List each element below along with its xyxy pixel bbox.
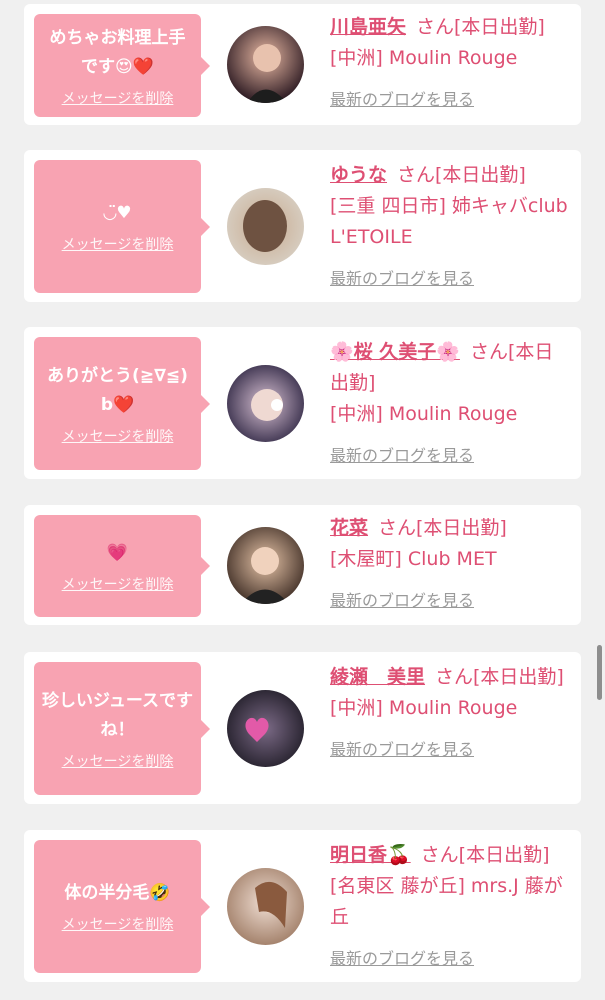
latest-blog-link[interactable]: 最新のブログを見る [330, 265, 474, 289]
delete-message-link[interactable]: メッセージを削除 [62, 88, 174, 108]
latest-blog-link[interactable]: 最新のブログを見る [330, 587, 474, 611]
avatar[interactable] [227, 26, 304, 103]
latest-blog-link[interactable]: 最新のブログを見る [330, 736, 474, 760]
attendance-status: さん[本日出勤] [397, 164, 526, 186]
message-bubble: ありがとう(≧∇≦)b❤️ メッセージを削除 [34, 337, 210, 470]
attendance-status: さん[本日出勤] [420, 844, 550, 866]
cast-name-link[interactable]: ゆうな [330, 164, 387, 186]
avatar[interactable] [227, 188, 304, 265]
message-bubble: 💗 メッセージを削除 [34, 515, 210, 617]
message-card: ◡̈♥︎ メッセージを削除 ゆうな さん[本日出勤] [三重 四日市] 姉キャバc… [24, 150, 581, 302]
cast-name-link[interactable]: 🌸桜 久美子🌸 [330, 341, 460, 363]
cast-info: ゆうな さん[本日出勤] [三重 四日市] 姉キャバclub L'ETOILE 最… [330, 160, 570, 289]
cast-info: 川島亜矢 さん[本日出勤] [中洲] Moulin Rouge 最新のブログを見る [330, 12, 570, 110]
store-name: [中洲] Moulin Rouge [330, 47, 518, 69]
latest-blog-link[interactable]: 最新のブログを見る [330, 945, 474, 969]
message-bubble: ◡̈♥︎ メッセージを削除 [34, 160, 210, 293]
store-name: [中洲] Moulin Rouge [330, 403, 518, 425]
avatar[interactable] [227, 527, 304, 604]
cast-info: 🌸桜 久美子🌸 さん[本日出勤] [中洲] Moulin Rouge 最新のブログ… [330, 337, 570, 466]
attendance-status: さん[本日出勤] [416, 16, 545, 38]
message-text: ありがとう(≧∇≦)b❤️ [47, 365, 188, 415]
cast-info: 花菜 さん[本日出勤] [木屋町] Club MET 最新のブログを見る [330, 513, 570, 611]
message-text: 珍しいジュースですね！ [42, 690, 193, 740]
message-text: 体の半分毛🤣 [64, 883, 171, 903]
cast-name-link[interactable]: 綾瀬 美里 [330, 666, 425, 688]
attendance-status: さん[本日出勤] [435, 666, 564, 688]
scrollbar[interactable] [597, 645, 602, 700]
message-text: ◡̈♥︎ [103, 203, 132, 223]
cast-info: 明日香🍒 さん[本日出勤] [名東区 藤が丘] mrs.J 藤が丘 最新のブログを… [330, 840, 570, 969]
cast-name-link[interactable]: 明日香🍒 [330, 844, 411, 866]
message-card: 珍しいジュースですね！ メッセージを削除 綾瀬 美里 さん[本日出勤] [中洲] … [24, 652, 581, 804]
delete-message-link[interactable]: メッセージを削除 [62, 574, 174, 594]
delete-message-link[interactable]: メッセージを削除 [62, 751, 174, 771]
message-card: ありがとう(≧∇≦)b❤️ メッセージを削除 🌸桜 久美子🌸 さん[本日出勤] [… [24, 327, 581, 479]
message-bubble: 体の半分毛🤣 メッセージを削除 [34, 840, 210, 973]
latest-blog-link[interactable]: 最新のブログを見る [330, 86, 474, 110]
attendance-status: さん[本日出勤] [378, 517, 507, 539]
cast-name-link[interactable]: 川島亜矢 [330, 16, 406, 38]
avatar[interactable] [227, 868, 304, 945]
message-card: 💗 メッセージを削除 花菜 さん[本日出勤] [木屋町] Club MET 最新の… [24, 505, 581, 625]
message-bubble: めちゃお料理上手です😍❤️ メッセージを削除 [34, 14, 210, 117]
avatar[interactable] [227, 365, 304, 442]
message-card: めちゃお料理上手です😍❤️ メッセージを削除 川島亜矢 さん[本日出勤] [中洲]… [24, 4, 581, 125]
message-text: 💗 [106, 542, 129, 563]
message-bubble: 珍しいジュースですね！ メッセージを削除 [34, 662, 210, 795]
cast-name-link[interactable]: 花菜 [330, 517, 368, 539]
store-name: [木屋町] Club MET [330, 548, 497, 570]
delete-message-link[interactable]: メッセージを削除 [62, 426, 174, 446]
latest-blog-link[interactable]: 最新のブログを見る [330, 442, 474, 466]
message-card: 体の半分毛🤣 メッセージを削除 明日香🍒 さん[本日出勤] [名東区 藤が丘] m… [24, 830, 581, 982]
avatar[interactable] [227, 690, 304, 767]
delete-message-link[interactable]: メッセージを削除 [62, 234, 174, 254]
store-name: [中洲] Moulin Rouge [330, 697, 518, 719]
cast-info: 綾瀬 美里 さん[本日出勤] [中洲] Moulin Rouge 最新のブログを見… [330, 662, 570, 760]
store-name: [名東区 藤が丘] mrs.J 藤が丘 [330, 875, 563, 928]
delete-message-link[interactable]: メッセージを削除 [62, 914, 174, 934]
message-text: めちゃお料理上手です😍❤️ [49, 27, 186, 77]
store-name: [三重 四日市] 姉キャバclub L'ETOILE [330, 195, 568, 248]
